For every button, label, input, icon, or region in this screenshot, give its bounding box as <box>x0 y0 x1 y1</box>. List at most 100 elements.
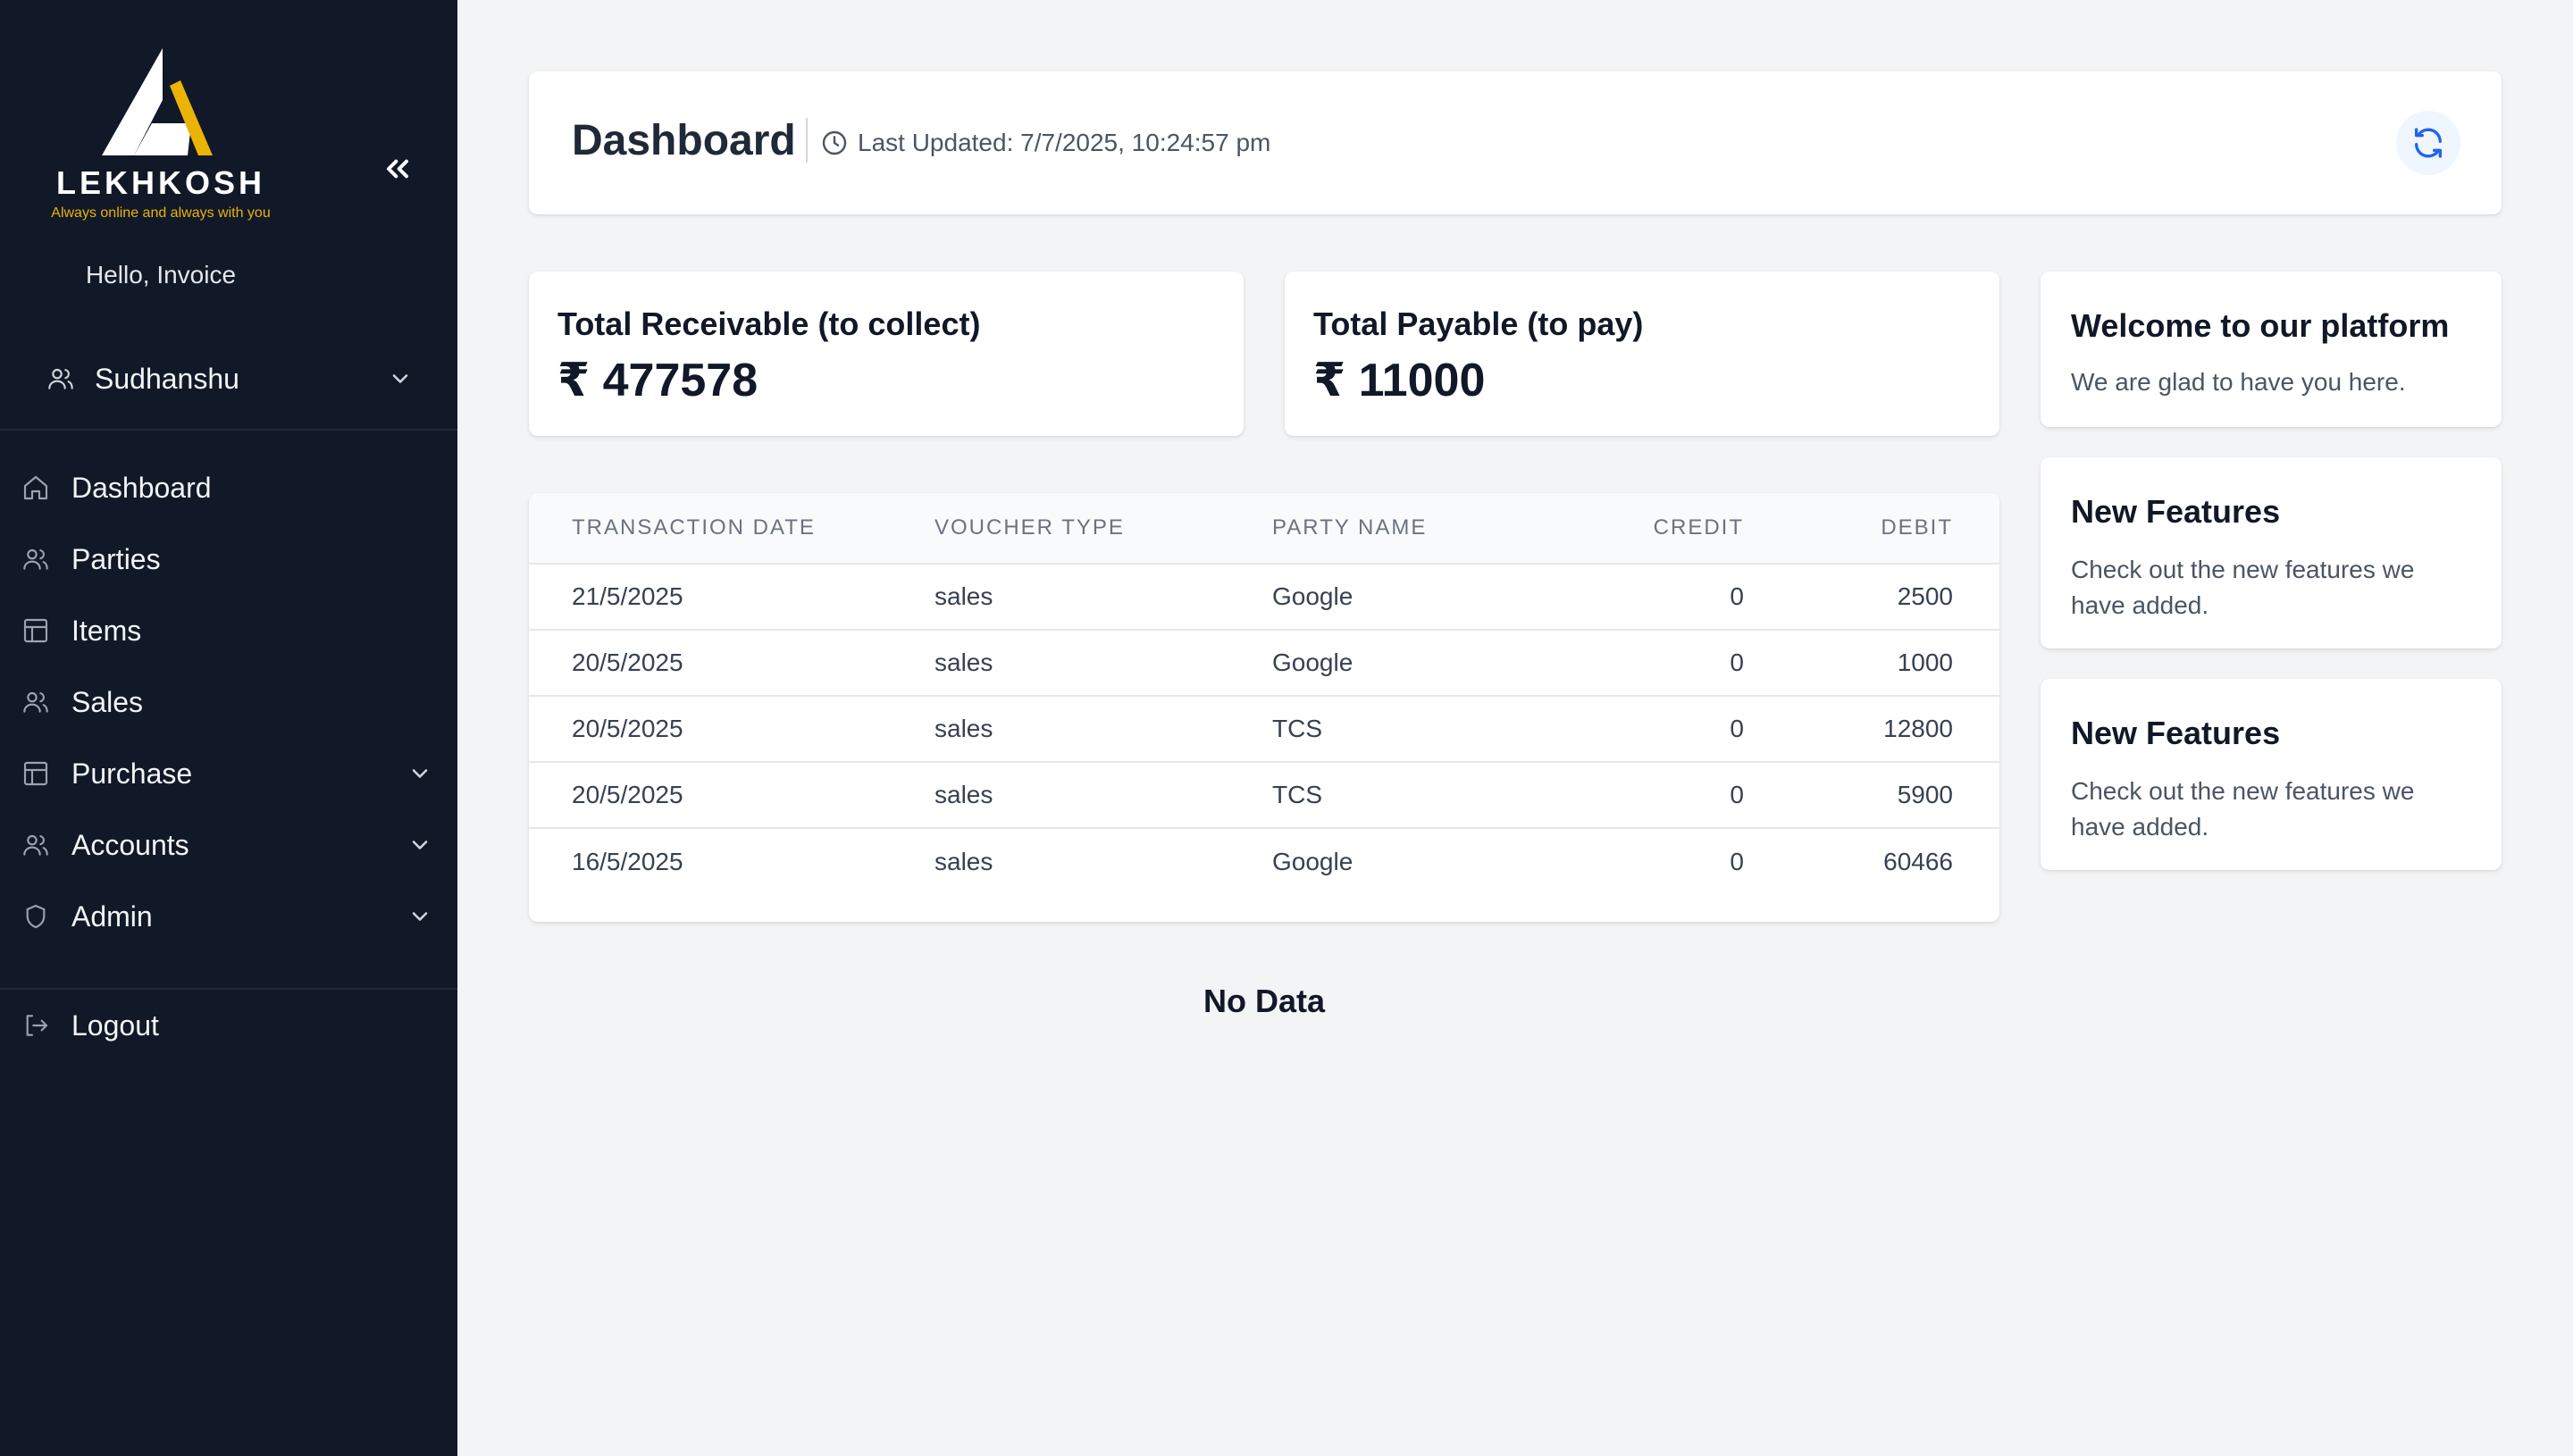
sidebar-item-purchase[interactable]: Purchase <box>0 738 457 809</box>
logout-icon <box>26 1015 48 1036</box>
refresh-icon <box>2415 128 2442 158</box>
no-data-message: No Data <box>1203 983 1326 1019</box>
card-body: Check out the new features we have added… <box>2071 556 2415 619</box>
users-icon <box>23 548 48 570</box>
card-title: New Features <box>2071 715 2281 751</box>
cell-debit: 60466 <box>1883 848 1953 875</box>
cell-credit: 0 <box>1730 715 1744 742</box>
receivable-card: Total Receivable (to collect) ₹ 477578 <box>529 272 1244 436</box>
users-icon <box>23 834 48 856</box>
cell-voucher: sales <box>934 781 993 808</box>
page-header: Dashboard Last Updated: 7/7/2025, 10:24:… <box>529 71 2502 214</box>
cell-credit: 0 <box>1730 848 1744 875</box>
table-row[interactable]: 21/5/2025 sales Google 0 2500 <box>529 565 1999 631</box>
card-title: New Features <box>2071 493 2281 530</box>
payable-card: Total Payable (to pay) ₹ 11000 <box>1285 272 1999 436</box>
refresh-button[interactable] <box>2396 111 2460 175</box>
chevron-down-icon <box>412 841 428 849</box>
column-header-date[interactable]: Transaction Date <box>529 515 934 540</box>
cell-voucher: sales <box>934 582 993 610</box>
card-title: Welcome to our platform <box>2071 307 2450 344</box>
logout-button[interactable]: Logout <box>0 990 457 1061</box>
brand-logo: LEKHKOSH Always online and always with y… <box>36 45 286 222</box>
column-header-debit[interactable]: Debit <box>1744 515 1953 540</box>
column-header-voucher[interactable]: Voucher Type <box>934 515 1272 540</box>
features-card: New Features Check out the new features … <box>2041 679 2502 870</box>
sidebar-item-admin[interactable]: Admin <box>0 881 457 952</box>
sidebar-item-accounts[interactable]: Accounts <box>0 809 457 881</box>
card-body: Check out the new features we have added… <box>2071 777 2415 841</box>
clock-icon <box>822 130 847 155</box>
cell-party: Google <box>1272 582 1354 610</box>
cell-date: 21/5/2025 <box>572 582 683 610</box>
cell-debit: 1000 <box>1897 649 1953 676</box>
sidebar-item-label: Dashboard <box>71 471 212 504</box>
cell-date: 20/5/2025 <box>572 781 683 808</box>
last-updated: Last Updated: 7/7/2025, 10:24:57 pm <box>820 125 1270 161</box>
sidebar-item-label: Purchase <box>71 757 193 790</box>
cell-voucher: sales <box>934 715 993 742</box>
table-body: 21/5/2025 sales Google 0 2500 20/5/2025 sales G… <box>529 565 1999 895</box>
transactions-table: Transaction Date Voucher Type Party Name… <box>529 493 1999 922</box>
collapse-sidebar-button[interactable] <box>375 146 420 191</box>
title-divider <box>806 118 808 163</box>
greeting: Hello, Invoice <box>85 261 237 289</box>
column-header-party[interactable]: Party Name <box>1272 515 1565 540</box>
table-icon <box>23 761 48 786</box>
column-header-credit[interactable]: Credit <box>1565 515 1744 540</box>
page-title: Dashboard <box>572 117 796 164</box>
payable-label: Total Payable (to pay) <box>1313 305 1644 342</box>
cell-party: TCS <box>1272 781 1322 808</box>
cell-party: Google <box>1272 848 1354 875</box>
brand-name: LEKHKOSH <box>55 164 265 201</box>
table-header: Transaction Date Voucher Type Party Name… <box>529 493 1999 565</box>
card-body: We are glad to have you here. <box>2071 368 2406 396</box>
users-icon <box>23 691 48 713</box>
sidebar-nav: Dashboard Parties Items Sales Purchase A… <box>0 452 457 952</box>
sidebar-item-parties[interactable]: Parties <box>0 523 457 595</box>
receivable-value: ₹ 477578 <box>557 355 758 406</box>
cell-debit: 12800 <box>1883 715 1953 742</box>
cell-date: 20/5/2025 <box>572 649 683 676</box>
cell-credit: 0 <box>1730 781 1744 808</box>
chevron-down-icon <box>412 912 428 921</box>
receivable-label: Total Receivable (to collect) <box>557 305 981 342</box>
sidebar-item-label: Sales <box>71 685 144 718</box>
logo-mark-icon <box>102 48 213 155</box>
chevron-down-icon <box>412 769 428 778</box>
cell-date: 16/5/2025 <box>572 848 683 875</box>
table-row[interactable]: 20/5/2025 sales Google 0 1000 <box>529 631 1999 697</box>
user-name: Sudhanshu <box>95 362 239 395</box>
cell-date: 20/5/2025 <box>572 715 683 742</box>
cell-credit: 0 <box>1730 649 1744 676</box>
table-row[interactable]: 20/5/2025 sales TCS 0 5900 <box>529 763 1999 829</box>
features-card: New Features Check out the new features … <box>2041 457 2502 649</box>
sidebar-item-items[interactable]: Items <box>0 595 457 666</box>
brand-tagline: Always online and always with you <box>51 205 271 221</box>
shield-icon <box>26 904 46 929</box>
chevron-down-icon <box>392 374 408 383</box>
table-row[interactable]: 20/5/2025 sales TCS 0 12800 <box>529 697 1999 763</box>
cell-party: TCS <box>1272 715 1322 742</box>
cell-credit: 0 <box>1730 582 1744 610</box>
cell-party: Google <box>1272 649 1354 676</box>
sidebar-item-dashboard[interactable]: Dashboard <box>0 452 457 523</box>
logout-label: Logout <box>71 1008 159 1042</box>
sidebar-item-label: Admin <box>71 900 153 933</box>
sidebar-item-label: Accounts <box>71 828 189 861</box>
user-selector[interactable]: Sudhanshu <box>46 354 413 404</box>
sidebar-item-label: Items <box>71 614 142 647</box>
cell-voucher: sales <box>934 649 993 676</box>
cell-debit: 2500 <box>1897 582 1953 610</box>
table-row[interactable]: 16/5/2025 sales Google 0 60466 <box>529 829 1999 895</box>
last-updated-text: Last Updated: 7/7/2025, 10:24:57 pm <box>858 129 1271 156</box>
users-icon <box>48 368 73 389</box>
sidebar-divider <box>0 429 457 431</box>
cell-voucher: sales <box>934 848 993 875</box>
home-icon <box>23 475 48 500</box>
payable-value: ₹ 11000 <box>1313 355 1486 406</box>
cell-debit: 5900 <box>1897 781 1953 808</box>
table-icon <box>23 618 48 643</box>
sidebar-item-sales[interactable]: Sales <box>0 666 457 738</box>
sidebar-item-label: Parties <box>71 542 161 575</box>
